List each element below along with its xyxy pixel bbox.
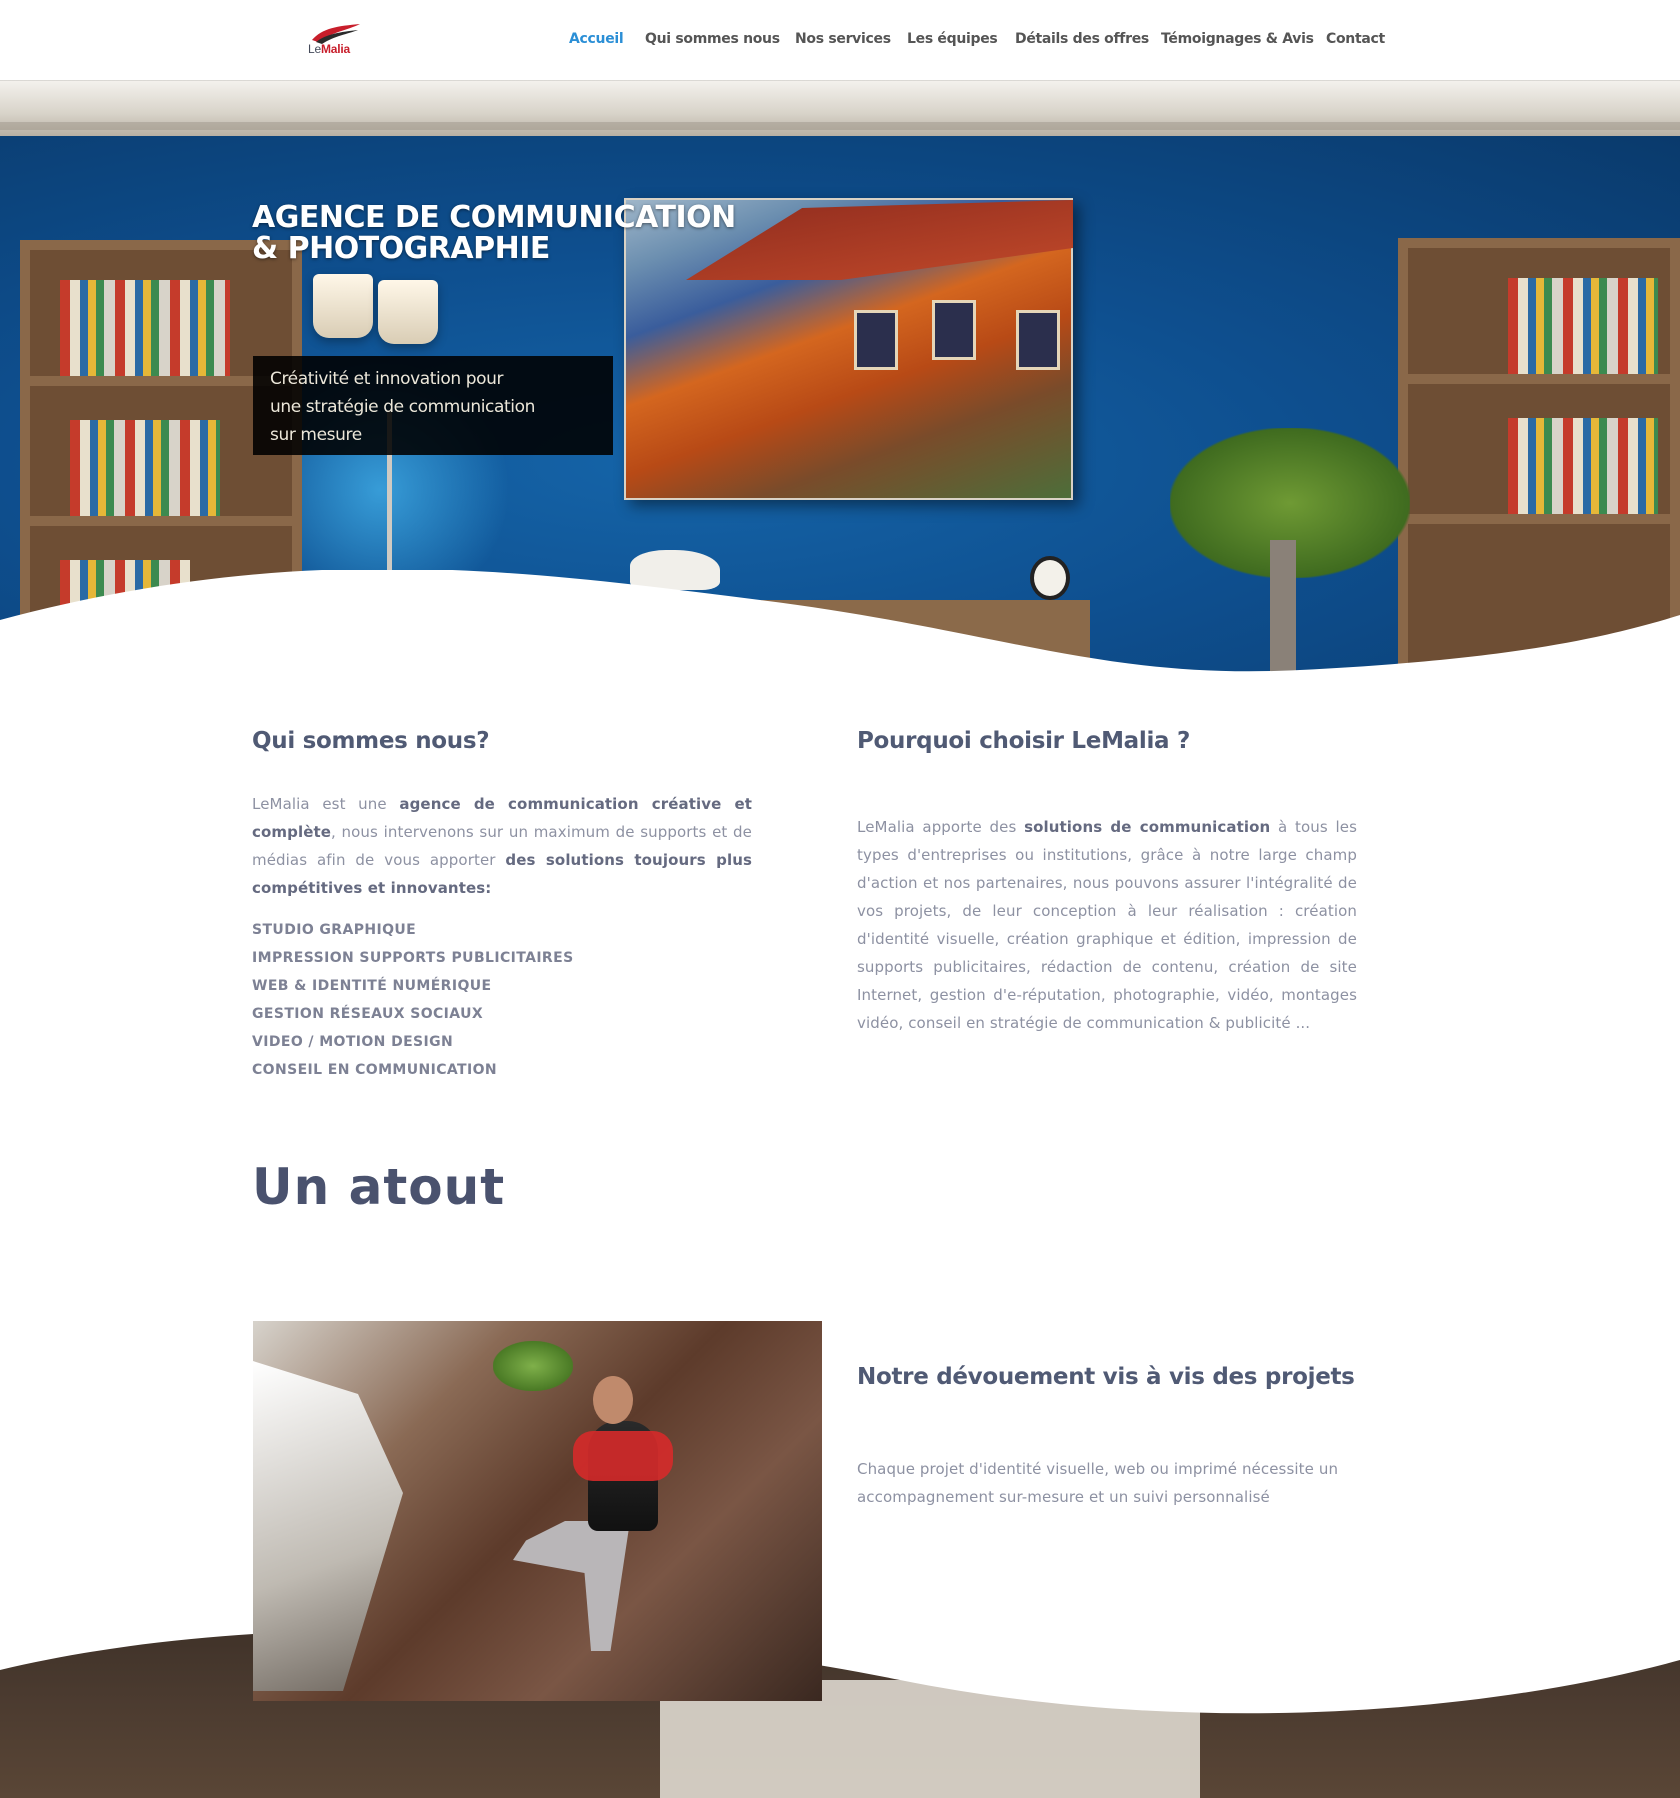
nav-item-accueil[interactable]: Accueil xyxy=(569,31,624,47)
nav-item-contact[interactable]: Contact xyxy=(1326,31,1385,47)
dancer-photo xyxy=(253,1321,822,1701)
devouement-heading: Notre dévouement vis à vis des projets xyxy=(857,1364,1355,1390)
hero-ceiling xyxy=(0,80,1680,136)
why-heading: Pourquoi choisir LeMalia ? xyxy=(857,728,1191,754)
service-item: WEB & IDENTITÉ NUMÉRIQUE xyxy=(252,978,492,994)
hero-title: AGENCE DE COMMUNICATION & PHOTOGRAPHIE xyxy=(252,200,736,266)
why-paragraph: LeMalia apporte des solutions de communi… xyxy=(857,818,1358,1032)
about-heading: Qui sommes nous? xyxy=(252,728,490,754)
service-item: GESTION RÉSEAUX SOCIAUX xyxy=(252,1006,484,1022)
hero-tagline: Créativité et innovation pour une straté… xyxy=(270,369,535,445)
service-item: STUDIO GRAPHIQUE xyxy=(252,922,417,938)
logo[interactable]: LeMalia xyxy=(308,20,364,60)
service-item: CONSEIL EN COMMUNICATION xyxy=(252,1062,498,1078)
lamp-shade xyxy=(313,274,373,338)
services-list: STUDIO GRAPHIQUE IMPRESSION SUPPORTS PUB… xyxy=(252,916,752,1084)
hero-section: AGENCE DE COMMUNICATION & PHOTOGRAPHIE C… xyxy=(0,80,1680,680)
about-paragraph: LeMalia est une agence de communication … xyxy=(252,795,753,897)
service-item: IMPRESSION SUPPORTS PUBLICITAIRES xyxy=(252,950,574,966)
hero-wave-divider xyxy=(0,570,1680,680)
nav-item-qui-sommes-nous[interactable]: Qui sommes nous xyxy=(645,31,780,47)
nav-item-les-equipes[interactable]: Les équipes xyxy=(907,31,998,47)
bottom-wave-divider xyxy=(0,1600,1680,1714)
atout-heading: Un atout xyxy=(252,1158,506,1216)
devouement-text: Chaque projet d'identité visuelle, web o… xyxy=(857,1460,1339,1506)
service-item: VIDEO / MOTION DESIGN xyxy=(252,1034,454,1050)
nav-item-details-des-offres[interactable]: Détails des offres xyxy=(1015,31,1149,47)
nav-item-temoignages-avis[interactable]: Témoignages & Avis xyxy=(1161,31,1314,47)
nav-item-nos-services[interactable]: Nos services xyxy=(795,31,891,47)
logo-swoosh-icon xyxy=(312,24,360,44)
site-header: LeMalia Accueil Qui sommes nous Nos serv… xyxy=(0,0,1680,80)
logo-text: LeMalia xyxy=(308,42,350,56)
hero-tagline-box: Créativité et innovation pour une straté… xyxy=(253,356,613,455)
